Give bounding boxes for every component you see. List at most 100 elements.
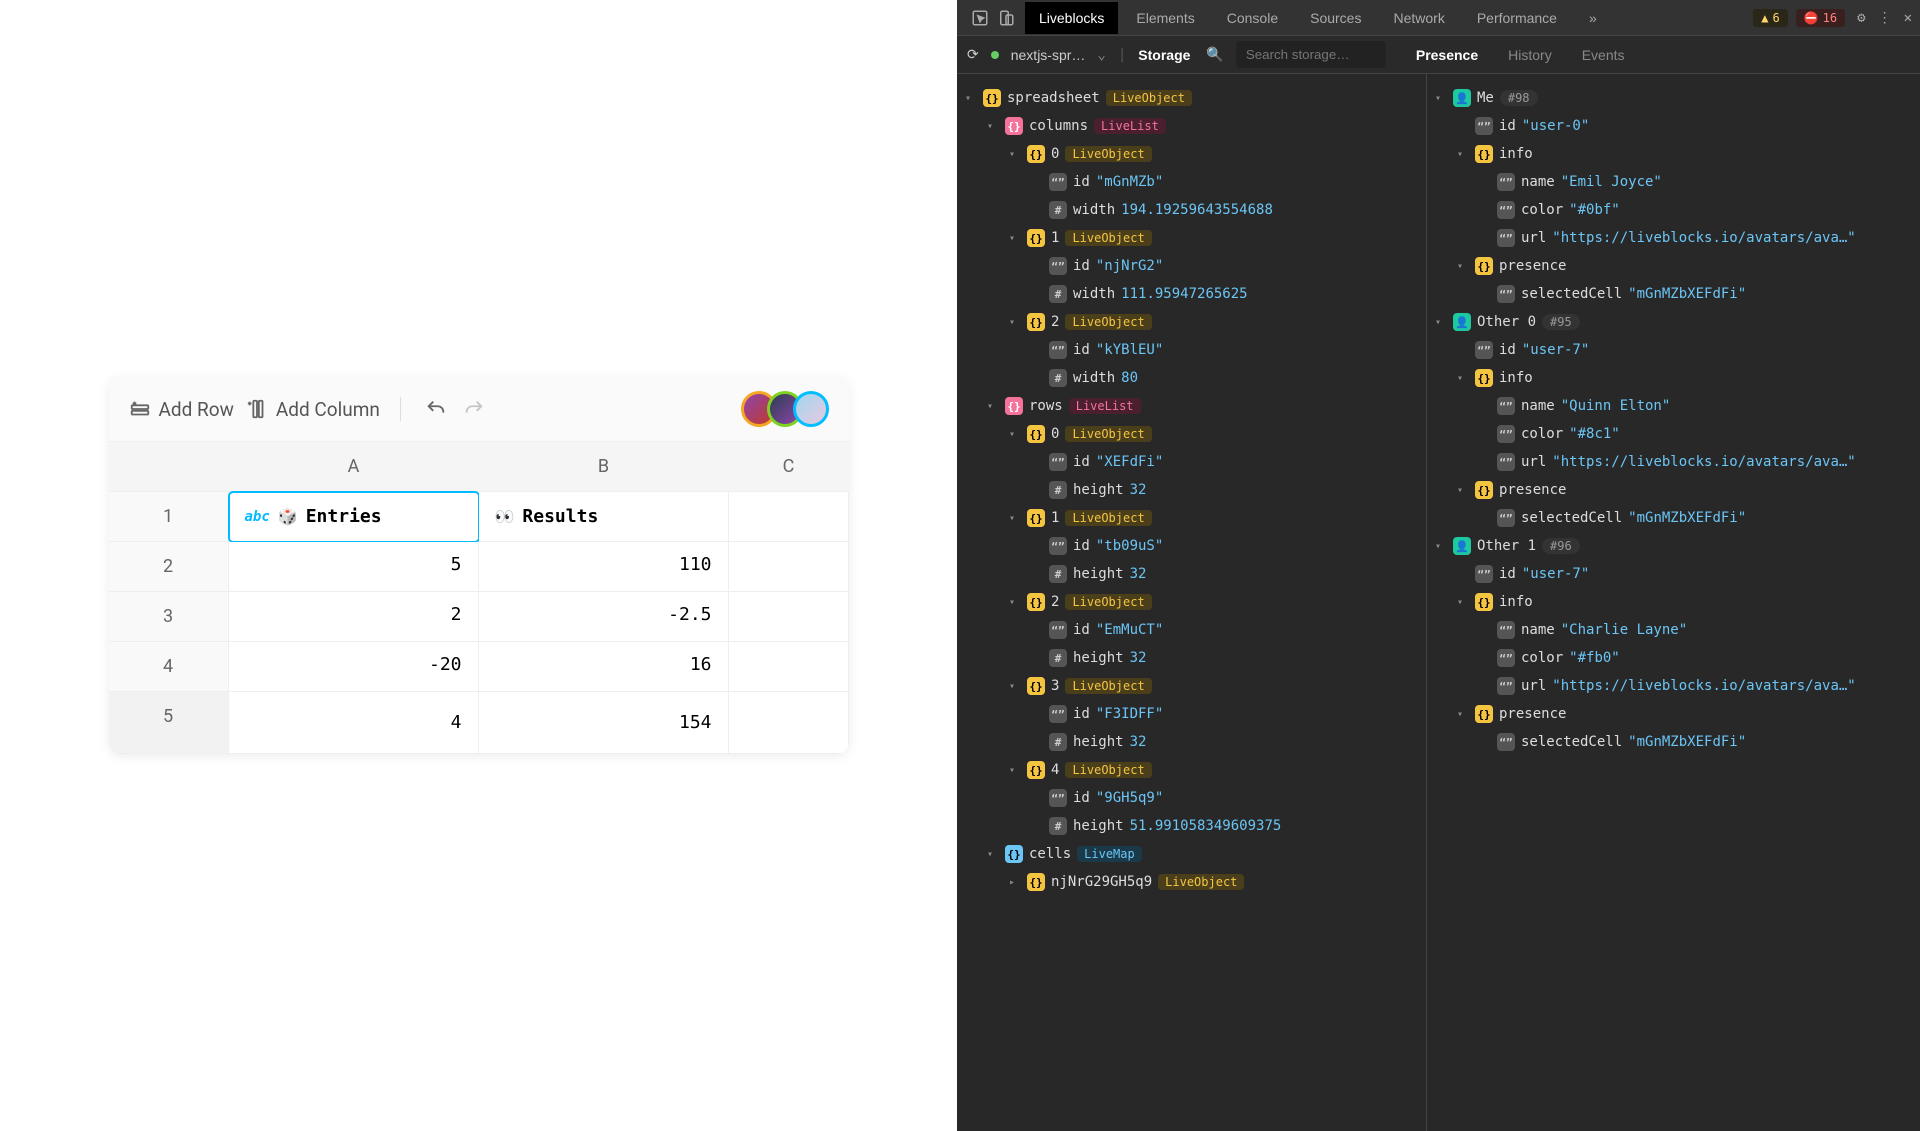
- tree-row[interactable]: ▾👤Me#98: [1427, 84, 1920, 112]
- caret-icon[interactable]: ▾: [1457, 261, 1469, 272]
- tree-row[interactable]: ▸“”selectedCell"mGnMZbXEFdFi": [1427, 504, 1920, 532]
- tree-row[interactable]: ▾{}presence: [1427, 476, 1920, 504]
- reload-icon[interactable]: ⟳: [967, 47, 979, 63]
- caret-icon[interactable]: ▾: [1457, 597, 1469, 608]
- tree-row[interactable]: ▸“”id"user-7": [1427, 336, 1920, 364]
- more-icon[interactable]: ⋮: [1878, 10, 1892, 26]
- caret-icon[interactable]: ▸: [1009, 877, 1021, 888]
- tree-row[interactable]: ▸#height51.991058349609375: [957, 812, 1426, 840]
- tree-row[interactable]: ▸“”color"#8c1": [1427, 420, 1920, 448]
- tree-row[interactable]: ▾{}info: [1427, 140, 1920, 168]
- tree-row[interactable]: ▸“”id"kYBlEU": [957, 336, 1426, 364]
- tree-row[interactable]: ▸“”id"njNrG2": [957, 252, 1426, 280]
- tree-row[interactable]: ▾{}3LiveObject: [957, 672, 1426, 700]
- cell-C5[interactable]: [729, 692, 849, 754]
- tree-row[interactable]: ▸“”id"user-0": [1427, 112, 1920, 140]
- tree-row[interactable]: ▸#width111.95947265625: [957, 280, 1426, 308]
- inspect-icon[interactable]: [971, 9, 989, 27]
- tree-row[interactable]: ▸“”id"tb09uS": [957, 532, 1426, 560]
- tree-row[interactable]: ▸#height32: [957, 644, 1426, 672]
- tree-row[interactable]: ▾{}2LiveObject: [957, 588, 1426, 616]
- cell-B4[interactable]: 16: [479, 642, 729, 692]
- caret-icon[interactable]: ▾: [1009, 513, 1021, 524]
- search-input[interactable]: [1236, 41, 1386, 68]
- row-header[interactable]: 2: [109, 542, 229, 592]
- caret-icon[interactable]: ▾: [1009, 233, 1021, 244]
- add-row-button[interactable]: Add Row: [129, 398, 234, 421]
- cell-B1[interactable]: 👀 Results: [479, 492, 729, 542]
- tree-row[interactable]: ▾{}1LiveObject: [957, 224, 1426, 252]
- tab-liveblocks[interactable]: Liveblocks: [1025, 2, 1118, 34]
- caret-icon[interactable]: ▾: [1009, 429, 1021, 440]
- caret-icon[interactable]: ▾: [987, 849, 999, 860]
- tree-row[interactable]: ▾👤Other 1#96: [1427, 532, 1920, 560]
- tree-row[interactable]: ▸“”selectedCell"mGnMZbXEFdFi": [1427, 728, 1920, 756]
- tree-row[interactable]: ▾{}2LiveObject: [957, 308, 1426, 336]
- row-header[interactable]: 1: [109, 492, 229, 542]
- tree-row[interactable]: ▸“”id"9GH5q9": [957, 784, 1426, 812]
- presence-tab[interactable]: Presence: [1416, 47, 1478, 63]
- tree-row[interactable]: ▾{}rowsLiveList: [957, 392, 1426, 420]
- caret-icon[interactable]: ▾: [1009, 149, 1021, 160]
- caret-icon[interactable]: ▾: [1457, 149, 1469, 160]
- tab-performance[interactable]: Performance: [1463, 2, 1571, 34]
- tree-row[interactable]: ▸#height32: [957, 476, 1426, 504]
- tree-row[interactable]: ▾{}0LiveObject: [957, 140, 1426, 168]
- device-icon[interactable]: [997, 9, 1015, 27]
- avatar[interactable]: [793, 391, 829, 427]
- tree-row[interactable]: ▾{}4LiveObject: [957, 756, 1426, 784]
- cell-B5[interactable]: 154: [479, 692, 729, 754]
- caret-icon[interactable]: ▾: [1009, 317, 1021, 328]
- col-header[interactable]: C: [729, 442, 849, 492]
- caret-icon[interactable]: ▾: [965, 93, 977, 104]
- tree-row[interactable]: ▸“”color"#0bf": [1427, 196, 1920, 224]
- tree-row[interactable]: ▸“”id"F3IDFF": [957, 700, 1426, 728]
- caret-icon[interactable]: ▾: [1009, 597, 1021, 608]
- row-header[interactable]: 5: [109, 692, 229, 754]
- caret-icon[interactable]: ▾: [1457, 709, 1469, 720]
- tree-row[interactable]: ▸#height32: [957, 560, 1426, 588]
- tree-row[interactable]: ▸“”id"EmMuCT": [957, 616, 1426, 644]
- caret-icon[interactable]: ▾: [987, 401, 999, 412]
- caret-icon[interactable]: ▾: [987, 121, 999, 132]
- caret-icon[interactable]: ▾: [1457, 485, 1469, 496]
- tree-row[interactable]: ▸“”id"user-7": [1427, 560, 1920, 588]
- tree-row[interactable]: ▾{}cellsLiveMap: [957, 840, 1426, 868]
- cell-A4[interactable]: -20: [229, 642, 479, 692]
- tab-console[interactable]: Console: [1213, 2, 1292, 34]
- tree-row[interactable]: ▾{}columnsLiveList: [957, 112, 1426, 140]
- tree-row[interactable]: ▸#width80: [957, 364, 1426, 392]
- col-header[interactable]: B: [479, 442, 729, 492]
- add-column-button[interactable]: Add Column: [246, 398, 380, 421]
- tree-row[interactable]: ▾{}presence: [1427, 700, 1920, 728]
- history-tab[interactable]: History: [1508, 47, 1552, 63]
- tree-row[interactable]: ▾{}info: [1427, 588, 1920, 616]
- tree-row[interactable]: ▸“”id"mGnMZb": [957, 168, 1426, 196]
- row-header[interactable]: 4: [109, 642, 229, 692]
- tree-row[interactable]: ▸“”url"https://liveblocks.io/avatars/ava…: [1427, 224, 1920, 252]
- row-header[interactable]: 3: [109, 592, 229, 642]
- cell-C2[interactable]: [729, 542, 849, 592]
- chevron-down-icon[interactable]: ⌄: [1097, 47, 1105, 63]
- close-icon[interactable]: ✕: [1904, 10, 1912, 26]
- cell-A1[interactable]: abc 🎲 Entries: [229, 492, 479, 542]
- tree-row[interactable]: ▾{}info: [1427, 364, 1920, 392]
- cell-C1[interactable]: [729, 492, 849, 542]
- tree-row[interactable]: ▾{}1LiveObject: [957, 504, 1426, 532]
- tree-row[interactable]: ▸“”name"Emil Joyce": [1427, 168, 1920, 196]
- caret-icon[interactable]: ▾: [1435, 541, 1447, 552]
- tree-row[interactable]: ▸“”color"#fb0": [1427, 644, 1920, 672]
- cell-C3[interactable]: [729, 592, 849, 642]
- tree-row[interactable]: ▾{}0LiveObject: [957, 420, 1426, 448]
- tree-row[interactable]: ▸#height32: [957, 728, 1426, 756]
- tree-row[interactable]: ▸#width194.19259643554688: [957, 196, 1426, 224]
- tab-elements[interactable]: Elements: [1122, 2, 1208, 34]
- tree-row[interactable]: ▾{}presence: [1427, 252, 1920, 280]
- cell-C4[interactable]: [729, 642, 849, 692]
- col-header[interactable]: A: [229, 442, 479, 492]
- cell-A2[interactable]: 5: [229, 542, 479, 592]
- caret-icon[interactable]: ▾: [1009, 765, 1021, 776]
- tab-sources[interactable]: Sources: [1296, 2, 1375, 34]
- tree-row[interactable]: ▸“”name"Quinn Elton": [1427, 392, 1920, 420]
- tabs-overflow[interactable]: »: [1575, 2, 1611, 34]
